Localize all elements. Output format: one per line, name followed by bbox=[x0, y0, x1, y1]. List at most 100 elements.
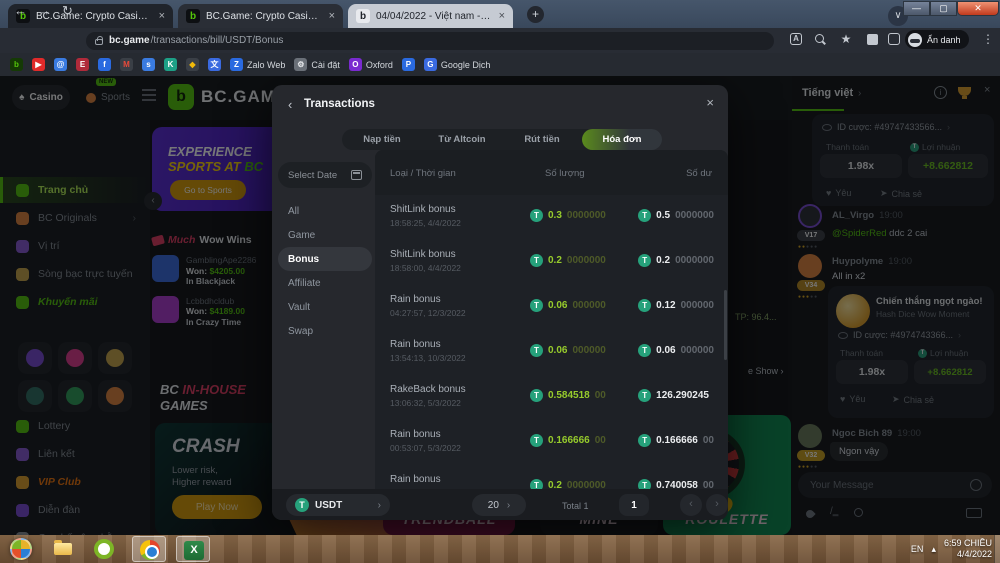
excel-taskbar-button[interactable]: X bbox=[176, 536, 210, 562]
filter-affiliate[interactable]: Affiliate bbox=[278, 271, 372, 295]
bookmark-item[interactable]: ZZalo Web bbox=[230, 58, 285, 71]
bookmark-favicon: E bbox=[76, 58, 89, 71]
prev-page-button[interactable]: ‹ bbox=[680, 494, 702, 516]
page-size-selector[interactable]: 20 › bbox=[472, 494, 526, 516]
bookmark-item[interactable]: K bbox=[164, 58, 177, 71]
transaction-amount: T0.30000000 bbox=[530, 209, 606, 222]
bookmark-item[interactable]: M bbox=[120, 58, 133, 71]
system-tray: EN ▴ 6:59 CHIỀU4/4/2022 bbox=[911, 535, 992, 563]
show-desktop-button[interactable] bbox=[994, 535, 1000, 563]
transaction-row[interactable]: Rain bonus13:54:13, 10/3/2022T0.06000000… bbox=[375, 330, 728, 375]
bookmark-favicon: f bbox=[98, 58, 111, 71]
filter-game[interactable]: Game bbox=[278, 223, 372, 247]
filter-bonus[interactable]: Bonus bbox=[278, 247, 372, 271]
start-button[interactable] bbox=[10, 538, 32, 560]
tab-title: BC.Game: Crypto Casino Games bbox=[36, 11, 153, 22]
address-bar[interactable]: bc.game/transactions/bill/USDT/Bonus bbox=[86, 32, 774, 50]
bookmark-item[interactable]: b bbox=[10, 58, 23, 71]
current-page[interactable]: 1 bbox=[619, 494, 649, 516]
transaction-row[interactable]: Rain bonus00:53:07, 5/3/2022T0.16666600T… bbox=[375, 420, 728, 465]
bcgame-favicon: b bbox=[186, 9, 200, 23]
usdt-icon: T bbox=[638, 434, 651, 447]
bookmark-favicon: s bbox=[142, 58, 155, 71]
bcgame-favicon: b bbox=[356, 9, 370, 23]
chevron-right-icon: › bbox=[378, 500, 381, 511]
usdt-icon: T bbox=[638, 254, 651, 267]
bookmark-item[interactable]: ◆ bbox=[186, 58, 199, 71]
tray-expand-icon[interactable]: ▴ bbox=[931, 544, 936, 555]
browser-tab[interactable]: bBC.Game: Crypto Casino Games× bbox=[8, 4, 173, 28]
browser-tab[interactable]: b04/04/2022 - Việt nam - BC.Gam× bbox=[348, 4, 513, 28]
tab-close-icon[interactable]: × bbox=[499, 10, 505, 22]
currency-selector[interactable]: T USDT › bbox=[286, 494, 390, 516]
transaction-filters: AllGameBonusAffiliateVaultSwap bbox=[278, 199, 372, 343]
usdt-icon: T bbox=[638, 389, 651, 402]
select-date-button[interactable]: Select Date bbox=[278, 162, 372, 188]
bookmark-item[interactable]: f bbox=[98, 58, 111, 71]
column-amount: Số lượng bbox=[545, 168, 585, 179]
side-panel-icon[interactable] bbox=[886, 31, 902, 47]
forward-button[interactable]: → bbox=[38, 3, 51, 18]
taskbar-clock[interactable]: 6:59 CHIỀU4/4/2022 bbox=[944, 538, 992, 560]
tab-close-icon[interactable]: × bbox=[159, 10, 165, 22]
chrome-taskbar-button[interactable] bbox=[132, 536, 166, 562]
language-indicator[interactable]: EN bbox=[911, 544, 924, 554]
modal-tab-n-p-ti-n[interactable]: Nạp tiền bbox=[342, 129, 422, 150]
bookmark-item[interactable]: @ bbox=[54, 58, 67, 71]
bookmark-item[interactable]: GGoogle Dịch bbox=[424, 58, 491, 71]
bookmark-item[interactable]: OOxford bbox=[349, 58, 393, 71]
back-icon[interactable]: ‹ bbox=[288, 97, 292, 112]
filter-swap[interactable]: Swap bbox=[278, 319, 372, 343]
incognito-label: Ẩn danh bbox=[927, 35, 961, 45]
usdt-icon: T bbox=[530, 344, 543, 357]
usdt-icon: T bbox=[530, 389, 543, 402]
next-page-button[interactable]: › bbox=[706, 494, 728, 516]
transaction-row[interactable]: ShitLink bonus18:58:00, 4/4/2022T0.20000… bbox=[375, 240, 728, 285]
bookmark-item[interactable]: ▶ bbox=[32, 58, 45, 71]
zoom-icon[interactable] bbox=[812, 31, 828, 47]
bookmark-item[interactable]: 文 bbox=[208, 58, 221, 71]
modal-close-icon[interactable]: × bbox=[706, 95, 714, 110]
transaction-type: ShitLink bonus bbox=[390, 249, 456, 260]
bookmark-item[interactable]: ⚙Cài đặt bbox=[294, 58, 340, 71]
scrollbar-thumb[interactable] bbox=[724, 290, 727, 360]
modal-tab-r-t-ti-n[interactable]: Rút tiền bbox=[502, 129, 582, 150]
transaction-amount: T0.58451800 bbox=[530, 389, 606, 402]
folder-icon bbox=[54, 543, 72, 555]
menu-dots-icon[interactable]: ⋮ bbox=[980, 31, 996, 47]
bookmark-label: Zalo Web bbox=[247, 60, 285, 70]
back-button[interactable]: ← bbox=[14, 3, 27, 18]
column-balance: Số dư bbox=[686, 168, 712, 179]
transaction-balance: T0.50000000 bbox=[638, 209, 714, 222]
incognito-badge[interactable]: Ẩn danh bbox=[905, 30, 969, 49]
bookmark-item[interactable]: P bbox=[402, 58, 415, 71]
close-window-button[interactable]: ✕ bbox=[957, 1, 999, 16]
url-domain: bc.game bbox=[109, 35, 150, 46]
transaction-row[interactable]: RakeBack bonus13:06:32, 5/3/2022T0.58451… bbox=[375, 375, 728, 420]
bookmark-item[interactable]: s bbox=[142, 58, 155, 71]
new-tab-button[interactable]: + bbox=[527, 6, 544, 23]
explorer-taskbar-button[interactable] bbox=[46, 536, 80, 562]
green-app-icon bbox=[94, 539, 114, 559]
app-taskbar-button[interactable] bbox=[88, 536, 122, 562]
transactions-table: Loại / Thời gian Số lượng Số dư ShitLink… bbox=[375, 150, 728, 490]
filter-all[interactable]: All bbox=[278, 199, 372, 223]
transaction-row[interactable]: Rain bonus21:27:00, 15/2/2022T0.20000000… bbox=[375, 465, 728, 490]
maximize-button[interactable]: ▢ bbox=[930, 1, 957, 16]
tab-close-icon[interactable]: × bbox=[329, 10, 335, 22]
modal-tab-t-altcoin[interactable]: Từ Altcoin bbox=[422, 129, 502, 150]
transaction-row[interactable]: ShitLink bonus18:58:25, 4/4/2022T0.30000… bbox=[375, 195, 728, 240]
bookmark-item[interactable]: E bbox=[76, 58, 89, 71]
extensions-icon[interactable] bbox=[864, 31, 880, 47]
transaction-time: 18:58:00, 4/4/2022 bbox=[390, 263, 461, 273]
bookmark-favicon: M bbox=[120, 58, 133, 71]
transaction-row[interactable]: Rain bonus04:27:57, 12/3/2022T0.06000000… bbox=[375, 285, 728, 330]
browser-tab[interactable]: bBC.Game: Crypto Casino Games× bbox=[178, 4, 343, 28]
bookmark-star-icon[interactable]: ★ bbox=[838, 31, 854, 47]
minimize-button[interactable]: — bbox=[903, 1, 930, 16]
transaction-balance: T0.06000000 bbox=[638, 344, 714, 357]
modal-tab-h-a-n[interactable]: Hóa đơn bbox=[582, 129, 662, 150]
filter-vault[interactable]: Vault bbox=[278, 295, 372, 319]
translate-icon[interactable]: A bbox=[790, 33, 802, 45]
reload-button[interactable]: ↻ bbox=[62, 3, 73, 19]
